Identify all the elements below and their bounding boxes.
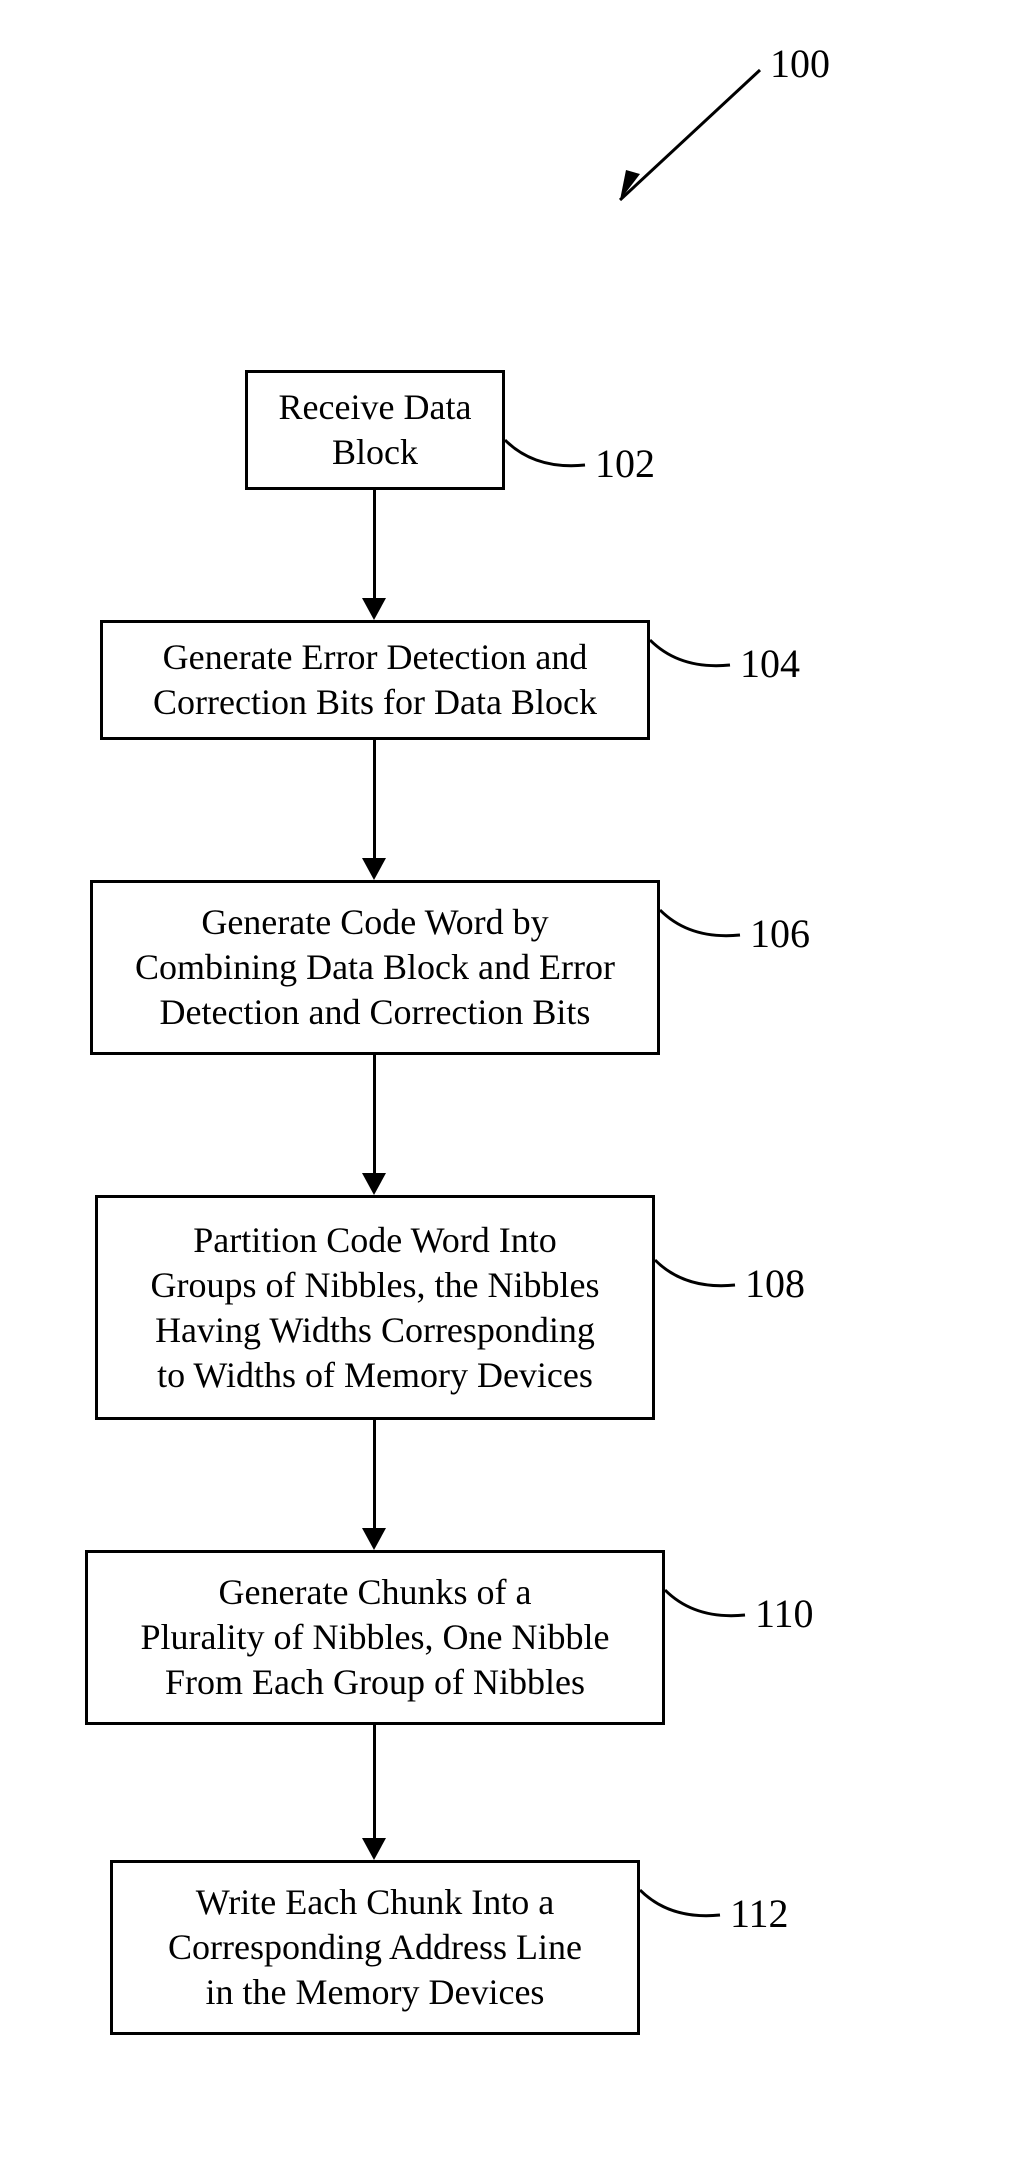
arrow-5 [373,1725,376,1840]
arrowhead-3 [362,1173,386,1195]
arrow-1 [373,490,376,600]
ref-label-110: 110 [755,1590,814,1637]
box-108-text: Partition Code Word Into Groups of Nibbl… [151,1218,600,1398]
ref-label-104: 104 [740,640,800,687]
box-generate-edc-bits: Generate Error Detection and Correction … [100,620,650,740]
arrowhead-4 [362,1528,386,1550]
box-write-chunks: Write Each Chunk Into a Corresponding Ad… [110,1860,640,2035]
box-104-text: Generate Error Detection and Correction … [153,635,597,725]
arrowhead-1 [362,598,386,620]
box-receive-data: Receive Data Block [245,370,505,490]
ref-label-102: 102 [595,440,655,487]
box-102-text: Receive Data Block [279,385,472,475]
box-106-text: Generate Code Word by Combining Data Blo… [135,900,615,1035]
arrowhead-5 [362,1838,386,1860]
ref-label-112: 112 [730,1890,789,1937]
box-110-text: Generate Chunks of a Plurality of Nibble… [141,1570,610,1705]
ref-label-108: 108 [745,1260,805,1307]
flowchart-canvas: 100 Receive Data Block 102 Generate Erro… [0,0,1016,2168]
arrow-2 [373,740,376,860]
box-partition-code-word: Partition Code Word Into Groups of Nibbl… [95,1195,655,1420]
arrow-3 [373,1055,376,1175]
box-generate-code-word: Generate Code Word by Combining Data Blo… [90,880,660,1055]
box-112-text: Write Each Chunk Into a Corresponding Ad… [168,1880,582,2015]
box-generate-chunks: Generate Chunks of a Plurality of Nibble… [85,1550,665,1725]
arrowhead-2 [362,858,386,880]
arrow-4 [373,1420,376,1530]
ref-label-106: 106 [750,910,810,957]
